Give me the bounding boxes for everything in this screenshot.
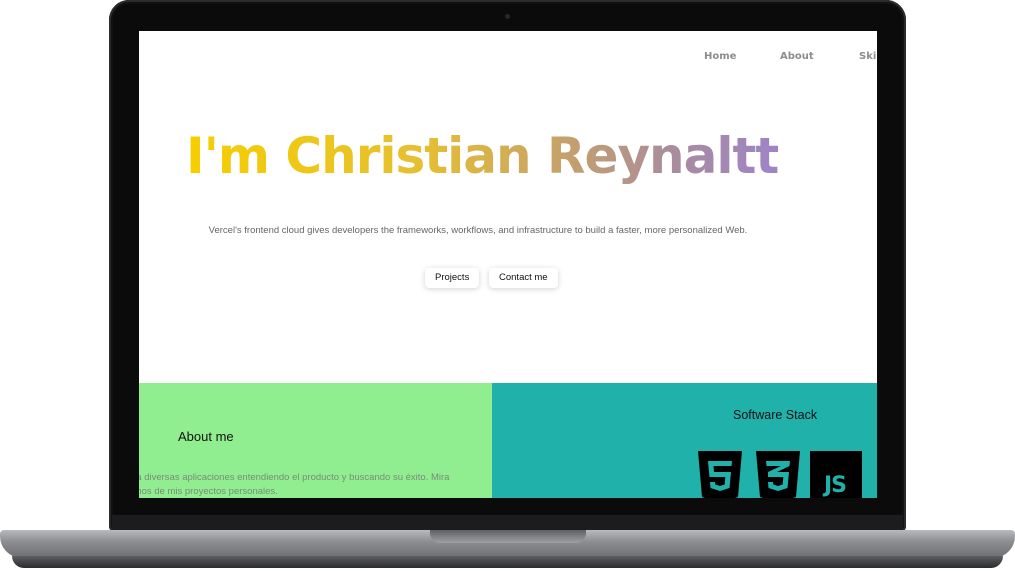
laptop-mockup: Home About Skill I'm Christian Reynaltt … (0, 0, 1015, 571)
software-stack-title: Software Stack (733, 408, 818, 422)
javascript-icon-label: JS (824, 473, 847, 498)
software-stack-section: Software Stack JS (492, 383, 877, 498)
nav-link-about[interactable]: About (780, 51, 814, 62)
javascript-icon: JS (810, 451, 862, 498)
laptop-opening-notch (430, 530, 586, 543)
about-title: About me (178, 429, 234, 444)
projects-button[interactable]: Projects (425, 268, 480, 288)
hero-title: I'm Christian Reynaltt (186, 127, 779, 185)
nav-link-skills[interactable]: Skill (859, 51, 877, 62)
website-screen: Home About Skill I'm Christian Reynaltt … (139, 31, 877, 498)
hero-subtitle: Vercel's frontend cloud gives developers… (208, 225, 748, 236)
css3-icon (756, 451, 800, 498)
html5-icon (698, 451, 742, 498)
nav-link-home[interactable]: Home (704, 51, 736, 62)
webcam-icon (505, 14, 510, 19)
about-text: ea diversas aplicaciones entendiendo el … (139, 472, 450, 497)
top-nav: Home About Skill (139, 31, 877, 81)
about-section: About me ea diversas aplicaciones entend… (139, 383, 492, 498)
screen-bottom-bezel (112, 515, 903, 531)
laptop-base-foot (12, 556, 1003, 568)
contact-me-button[interactable]: Contact me (489, 268, 558, 288)
